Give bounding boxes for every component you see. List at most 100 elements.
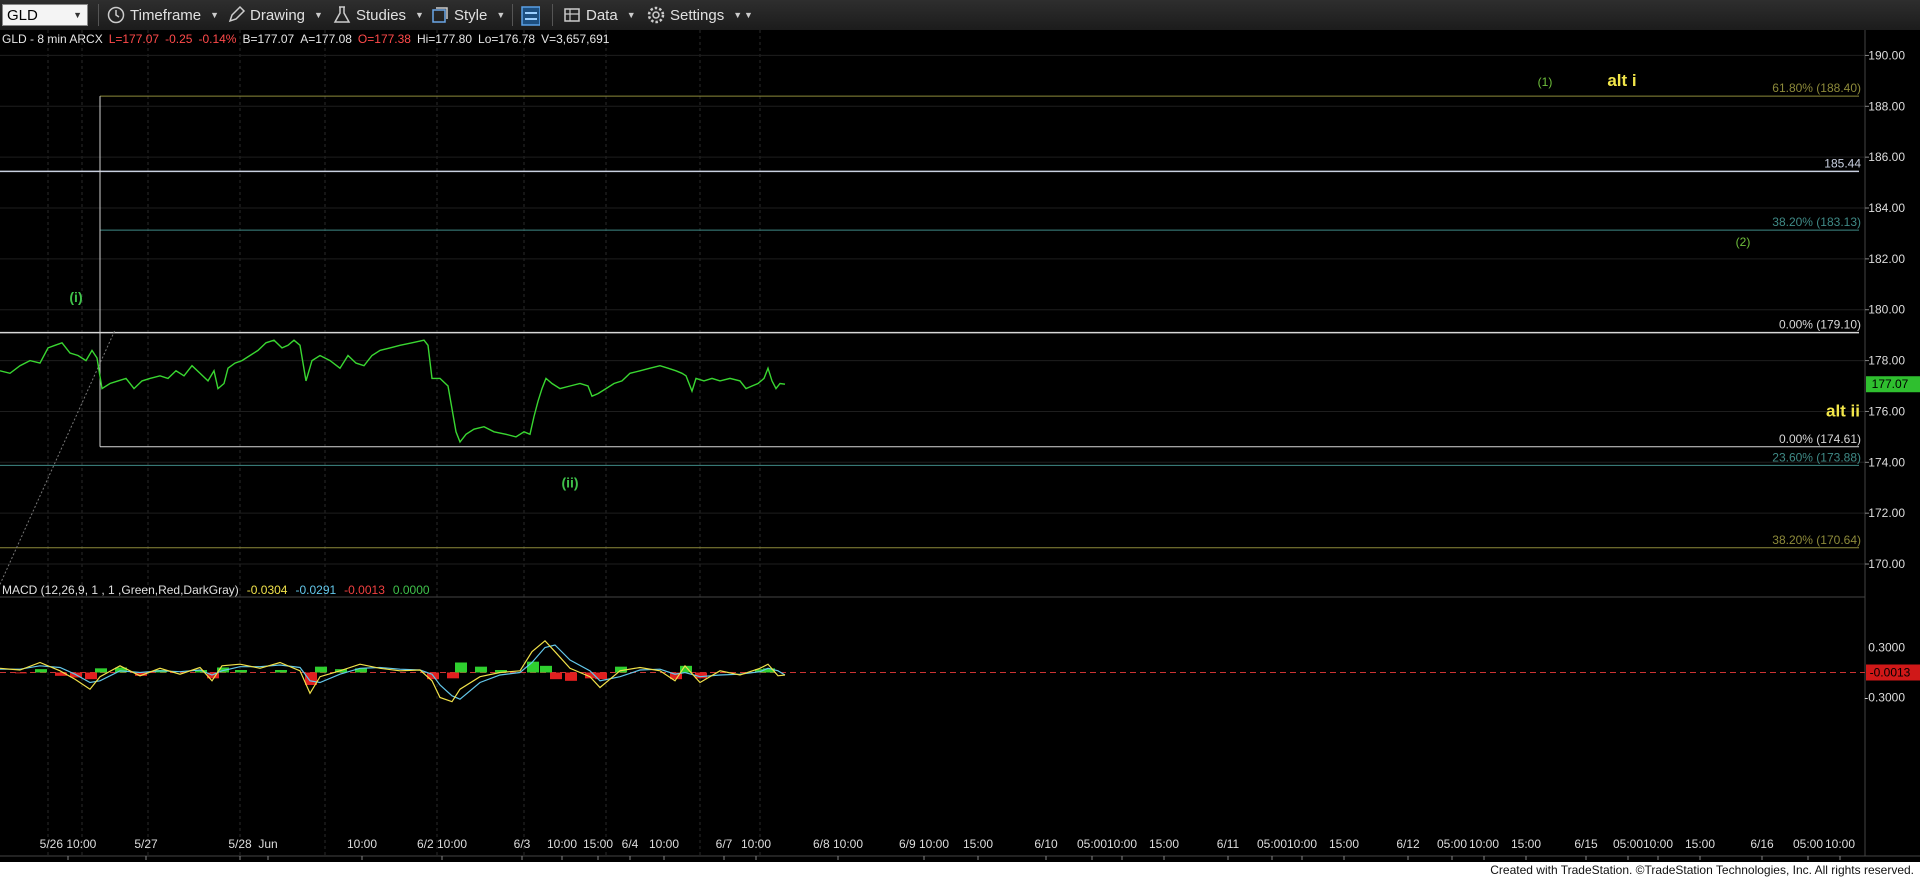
price-chart[interactable]: 61.80% (188.40) 185.44 38.20% (183.13) 0.00… bbox=[0, 30, 1920, 862]
bid-price: B=177.07 bbox=[242, 32, 294, 46]
time-tick-label: 15:00 bbox=[963, 837, 993, 851]
clock-icon bbox=[106, 5, 126, 25]
chevron-down-icon: ▼ bbox=[733, 10, 743, 20]
time-tick-label: 10:00 bbox=[1287, 837, 1317, 851]
drawing-label: Drawing bbox=[250, 6, 306, 24]
symbol-info: GLD - 8 min ARCX bbox=[2, 32, 103, 46]
macd-histogram-bar bbox=[95, 668, 107, 673]
time-tick-label: 6/10 bbox=[1034, 837, 1058, 851]
open-price: O=177.38 bbox=[358, 32, 411, 46]
wave-label: (1) bbox=[1538, 75, 1553, 89]
time-tick-label: 10:00 bbox=[649, 837, 679, 851]
time-tick-label: 10:00 bbox=[1643, 837, 1673, 851]
time-tick-label: 6/4 bbox=[622, 837, 639, 851]
price-tick-label: 180.00 bbox=[1868, 303, 1905, 317]
time-tick-label: 15:00 bbox=[1329, 837, 1359, 851]
low-price: Lo=176.78 bbox=[478, 32, 535, 46]
symbol-input[interactable]: GLD ▼ bbox=[2, 4, 88, 26]
percent-change: -0.14% bbox=[198, 32, 236, 46]
price-tick-label: 178.00 bbox=[1868, 354, 1905, 368]
copyright-text: Created with TradeStation. ©TradeStation… bbox=[1490, 863, 1914, 877]
macd-label: MACD (12,26,9, 1 , 1 ,Green,Red,DarkGray… bbox=[2, 583, 239, 597]
time-tick-label: 6/3 bbox=[514, 837, 531, 851]
time-tick-label: 6/12 bbox=[1396, 837, 1420, 851]
toolbar-overflow-button[interactable]: ▼ bbox=[744, 4, 753, 26]
chevron-down-icon: ▼ bbox=[314, 10, 323, 20]
symbol-value: GLD bbox=[7, 6, 38, 24]
time-tick-label: 6/2 10:00 bbox=[417, 837, 467, 851]
time-tick-label: 6/16 bbox=[1750, 837, 1774, 851]
time-tick-label: 05:00 bbox=[1257, 837, 1287, 851]
time-tick-label: 6/8 10:00 bbox=[813, 837, 863, 851]
macd-histogram-bar bbox=[85, 672, 97, 680]
timeframe-button[interactable]: Timeframe ▼ bbox=[106, 4, 219, 26]
chevron-down-icon: ▼ bbox=[210, 10, 220, 20]
price-tick-label: 170.00 bbox=[1868, 557, 1905, 571]
ask-price: A=177.08 bbox=[300, 32, 352, 46]
macd-histogram-bar bbox=[540, 665, 552, 673]
price-tick-label: 188.00 bbox=[1868, 99, 1905, 113]
chevron-down-icon: ▼ bbox=[415, 10, 424, 20]
wave-label: alt i bbox=[1607, 71, 1636, 90]
time-tick-label: 10:00 bbox=[1107, 837, 1137, 851]
settings-button[interactable]: Settings ▼ bbox=[646, 4, 742, 26]
toolbar-divider bbox=[98, 4, 99, 26]
macd-last-tag-label: -0.0013 bbox=[1870, 666, 1911, 680]
layout-icon bbox=[520, 5, 540, 26]
footer: Created with TradeStation. ©TradeStation… bbox=[0, 862, 1920, 879]
chart-background bbox=[0, 30, 1920, 862]
drawing-button[interactable]: Drawing ▼ bbox=[226, 4, 323, 26]
macd-histogram-bar bbox=[550, 672, 562, 680]
studies-button[interactable]: Studies ▼ bbox=[332, 4, 424, 26]
price-tick-label: 184.00 bbox=[1868, 201, 1905, 215]
fib-level-label: 61.80% (188.40) bbox=[1772, 81, 1861, 95]
symbol-dropdown-icon[interactable]: ▼ bbox=[73, 10, 82, 20]
data-button[interactable]: Data ▼ bbox=[562, 4, 636, 26]
time-tick-label: 05:00 bbox=[1613, 837, 1643, 851]
time-tick-label: 6/15 bbox=[1574, 837, 1598, 851]
gear-icon bbox=[646, 5, 666, 25]
wave-label: (i) bbox=[69, 289, 82, 305]
wave-label: alt ii bbox=[1826, 402, 1860, 421]
layout-button[interactable] bbox=[520, 4, 544, 26]
macd-value: -0.0013 bbox=[344, 583, 385, 597]
time-tick-label: 5/28 bbox=[228, 837, 252, 851]
chevron-down-icon: ▼ bbox=[626, 10, 636, 20]
macd-tick-label: 0.3000 bbox=[1868, 641, 1905, 655]
time-tick-label: 6/11 bbox=[1217, 837, 1240, 851]
price-tick-label: 190.00 bbox=[1868, 48, 1905, 62]
time-tick-label: 10:00 bbox=[741, 837, 771, 851]
time-tick-label: 15:00 bbox=[1511, 837, 1541, 851]
macd-histogram-bar bbox=[447, 672, 459, 679]
fib-level-label: 0.00% (179.10) bbox=[1779, 318, 1861, 332]
price-change: -0.25 bbox=[165, 32, 193, 46]
last-price-tag-label: 177.07 bbox=[1872, 377, 1909, 391]
data-table-icon bbox=[562, 5, 582, 25]
macd-histogram-bar bbox=[475, 666, 487, 673]
fib-level-label: 38.20% (183.13) bbox=[1772, 215, 1861, 229]
fib-level-label: 23.60% (173.88) bbox=[1772, 450, 1861, 464]
macd-histogram-bar bbox=[35, 669, 47, 673]
macd-histogram-bar bbox=[455, 662, 467, 673]
timeframe-label: Timeframe bbox=[130, 6, 202, 24]
style-button[interactable]: Style ▼ bbox=[430, 4, 505, 26]
price-tick-label: 172.00 bbox=[1868, 506, 1905, 520]
price-tick-label: 174.00 bbox=[1868, 455, 1905, 469]
time-tick-label: 15:00 bbox=[583, 837, 613, 851]
macd-histogram-bar bbox=[315, 666, 327, 673]
macd-histogram-bar bbox=[565, 672, 577, 681]
macd-value: -0.0304 bbox=[247, 583, 288, 597]
high-price: Hi=177.80 bbox=[417, 32, 472, 46]
fib-level-label: 185.44 bbox=[1824, 156, 1861, 170]
style-icon bbox=[430, 5, 450, 25]
macd-tick-label: -0.3000 bbox=[1864, 691, 1905, 705]
macd-histogram-bar bbox=[235, 670, 247, 673]
time-tick-label: 15:00 bbox=[1685, 837, 1715, 851]
price-tick-label: 186.00 bbox=[1868, 150, 1905, 164]
time-tick-label: 10:00 bbox=[1825, 837, 1855, 851]
style-label: Style bbox=[454, 6, 488, 24]
macd-value: 0.0000 bbox=[393, 583, 430, 597]
toolbar-divider bbox=[512, 4, 513, 26]
macd-histogram-bar bbox=[305, 672, 317, 685]
chart-header: GLD - 8 min ARCX L=177.07 -0.25 -0.14% B=177… bbox=[2, 32, 610, 46]
